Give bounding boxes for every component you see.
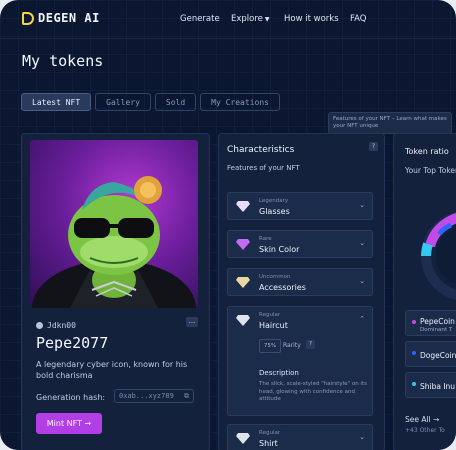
token-ratio-title: Token ratio <box>405 147 449 156</box>
tab-gallery[interactable]: Gallery <box>95 93 151 111</box>
donut-segment-shiba <box>421 242 433 257</box>
nav-explore[interactable]: Explore ▼ <box>231 14 270 24</box>
logo-text: DEGEN AI <box>38 11 100 25</box>
tab-bar: Latest NFT Gallery Sold My Creations <box>21 93 280 111</box>
characteristics-panel: Characteristics ? Features of your NFT L… <box>218 133 385 450</box>
coin-name: DogeCoin <box>420 351 456 360</box>
trait-haircut-expanded[interactable]: Regular Haircut ⌃ 75% Rarity ? Descripti… <box>227 306 373 416</box>
trait-name: Shirt <box>259 439 278 448</box>
coin-dogecoin[interactable]: DogeCoin <box>405 341 456 367</box>
trait-rarity: Uncommon <box>259 274 291 280</box>
trait-name: Haircut <box>259 321 288 330</box>
color-dot <box>412 320 416 324</box>
gem-icon <box>236 277 250 288</box>
nft-description: A legendary cyber icon, known for his bo… <box>36 360 188 380</box>
coin-shiba-inu[interactable]: Shiba Inu <box>405 372 456 398</box>
page-title: My tokens <box>22 52 104 70</box>
avatar-icon <box>36 322 43 329</box>
trait-name: Skin Color <box>259 245 300 254</box>
nav-explore-label: Explore <box>231 14 263 24</box>
description-text: The slick, scale-styled "hairstyle" on i… <box>259 381 367 403</box>
chevron-down-icon: ⌄ <box>359 201 365 209</box>
logo-mark-icon <box>22 11 34 25</box>
frog-artwork <box>32 176 196 308</box>
rarity-help-icon[interactable]: ? <box>306 340 315 349</box>
hash-label: Generation hash: <box>36 393 106 402</box>
help-tooltip: Features of your NFT – Learn what makes … <box>328 112 452 134</box>
gem-icon <box>236 433 250 444</box>
hash-value: 0xab...xyz789 <box>119 392 174 400</box>
trait-rarity: Legendary <box>259 198 289 204</box>
nft-card: Jdkn00 ... Pepe2077 A legendary cyber ic… <box>21 133 210 450</box>
nft-name: Pepe2077 <box>36 334 109 352</box>
trait-rarity: Rare <box>259 236 272 242</box>
chevron-down-icon: ⌄ <box>359 277 365 285</box>
gem-icon <box>236 239 250 250</box>
donut-chart <box>421 212 456 300</box>
chevron-down-icon: ⌄ <box>359 433 365 441</box>
gem-icon <box>236 315 250 326</box>
token-ratio-subtitle: Your Top Token <box>405 166 456 175</box>
see-all-link[interactable]: See All → <box>405 415 439 424</box>
nft-image[interactable] <box>30 140 198 308</box>
owner[interactable]: Jdkn00 <box>36 321 76 330</box>
coin-name: PepeCoin <box>420 317 455 326</box>
color-dot <box>412 382 416 386</box>
tab-my-creations[interactable]: My Creations <box>200 93 280 111</box>
tab-latest-nft[interactable]: Latest NFT <box>21 93 92 111</box>
rarity-label: Rarity <box>283 342 301 349</box>
copy-icon[interactable]: ⧉ <box>184 392 189 401</box>
token-ratio-panel: Token ratio Your Top Token PepeCoin Domi… <box>393 133 456 450</box>
trait-shirt[interactable]: Regular Shirt ⌄ <box>227 424 373 450</box>
trait-accessories[interactable]: Uncommon Accessories ⌄ <box>227 268 373 296</box>
description-heading: Description <box>259 369 299 377</box>
chevron-up-icon: ⌃ <box>359 315 365 323</box>
color-dot <box>412 351 416 355</box>
trait-name: Glasses <box>259 207 290 216</box>
more-options-icon[interactable]: ... <box>186 317 198 327</box>
coin-name: Shiba Inu <box>420 382 456 391</box>
hash-field[interactable]: 0xab...xyz789 ⧉ <box>114 389 194 403</box>
logo[interactable]: DEGEN AI <box>22 11 100 25</box>
other-tokens-count: +43 Other To <box>405 427 445 434</box>
help-icon[interactable]: ? <box>369 142 378 151</box>
top-navigation: DEGEN AI Generate Explore ▼ How it works … <box>0 0 456 39</box>
owner-name: Jdkn00 <box>47 321 76 330</box>
characteristics-subtitle: Features of your NFT <box>227 164 300 172</box>
tab-sold[interactable]: Sold <box>154 93 197 111</box>
trait-rarity: Regular <box>259 430 281 436</box>
app-window: DEGEN AI Generate Explore ▼ How it works … <box>0 0 456 450</box>
trait-rarity: Regular <box>259 312 281 318</box>
chevron-down-icon: ▼ <box>264 16 270 23</box>
gem-icon <box>236 201 250 212</box>
nav-faq[interactable]: FAQ <box>350 14 366 24</box>
mint-nft-button[interactable]: Mint NFT → <box>36 413 102 434</box>
characteristics-title: Characteristics <box>227 145 295 155</box>
rarity-percent: 75% <box>259 339 281 353</box>
trait-glasses[interactable]: Legendary Glasses ⌄ <box>227 192 373 220</box>
nav-generate[interactable]: Generate <box>180 14 220 24</box>
coin-subtitle: Dominant T <box>420 327 453 333</box>
trait-name: Accessories <box>259 283 306 292</box>
coin-pepecoin[interactable]: PepeCoin Dominant T <box>405 310 456 336</box>
trait-skin-color[interactable]: Rare Skin Color ⌄ <box>227 230 373 258</box>
nav-how-it-works[interactable]: How it works <box>284 14 339 24</box>
chevron-down-icon: ⌄ <box>359 239 365 247</box>
